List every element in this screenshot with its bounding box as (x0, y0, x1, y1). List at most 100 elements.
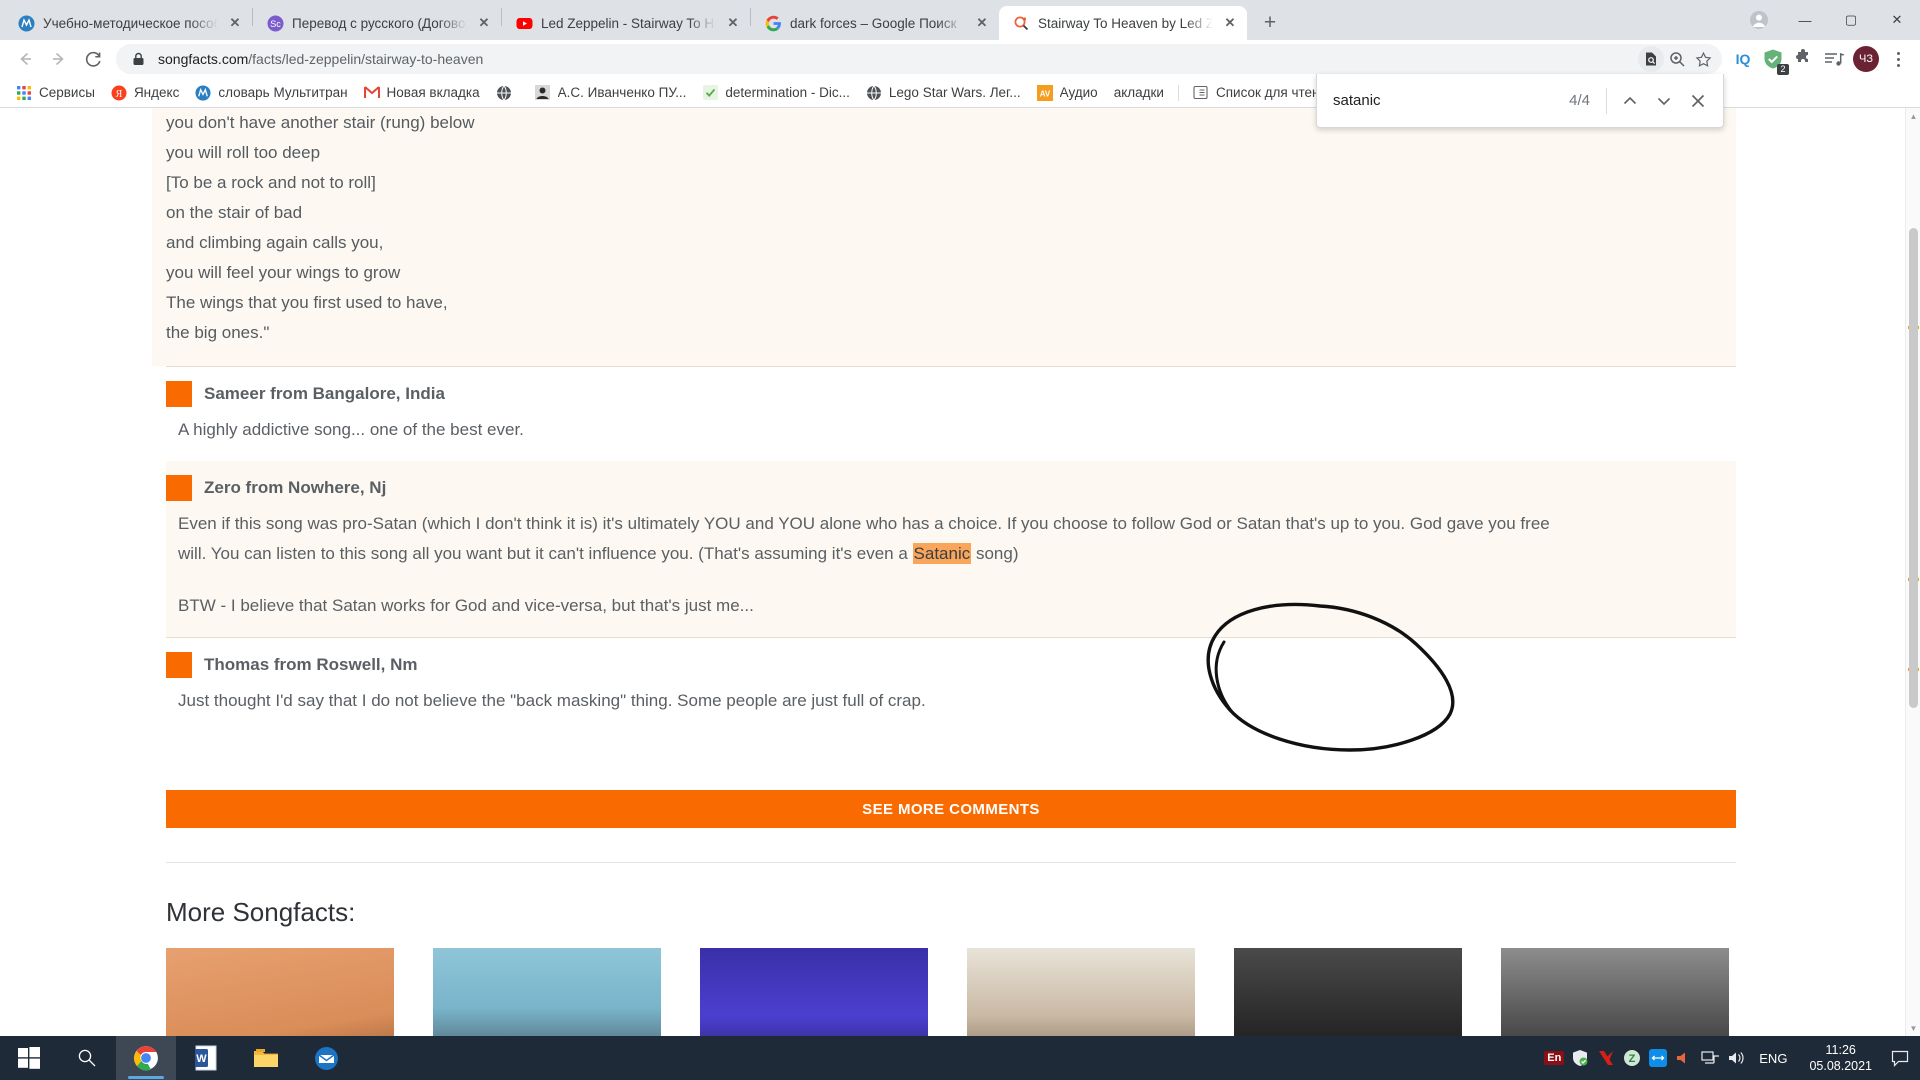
close-window-button[interactable]: ✕ (1874, 4, 1920, 36)
tab-title: Led Zeppelin - Stairway To Heave (541, 15, 716, 31)
thumbnail-5[interactable] (1234, 948, 1462, 1036)
comment-item: Zero from Nowhere, Nj Even if this song … (166, 461, 1736, 637)
maximize-button[interactable]: ▢ (1828, 4, 1874, 36)
bookmark-item-ivanchenko[interactable]: А.С. Иванченко ПУ... (527, 82, 695, 104)
address-bar[interactable]: songfacts.com/facts/led-zeppelin/stairwa… (116, 44, 1722, 74)
clock-date: 05.08.2021 (1809, 1059, 1872, 1073)
comment-paragraph: BTW - I believe that Satan works for God… (178, 596, 754, 615)
portrait-icon (535, 85, 551, 101)
lyric-line: the big ones." (166, 323, 270, 342)
thumbnail-4[interactable] (967, 948, 1195, 1036)
clock[interactable]: 11:26 05.08.2021 (1797, 1042, 1884, 1074)
chevron-up-icon[interactable] (1613, 84, 1647, 118)
comment-header: Zero from Nowhere, Nj (166, 461, 1736, 507)
search-icon[interactable] (58, 1036, 116, 1080)
thumbnail-1[interactable] (166, 948, 394, 1036)
speaker-orange-icon[interactable] (1671, 1036, 1697, 1080)
bookmark-item-audio[interactable]: AV Аудио (1029, 82, 1106, 104)
avatar[interactable]: ЧЗ (1853, 46, 1879, 72)
adguard-shield-icon[interactable]: 2 (1758, 44, 1789, 75)
apps-grid-icon (16, 85, 32, 101)
bookmark-item-globe[interactable] (488, 82, 527, 104)
music-playlist-icon[interactable] (1818, 44, 1848, 74)
close-icon[interactable] (1681, 84, 1715, 118)
thumbnail-3[interactable] (700, 948, 928, 1036)
reader-mode-icon[interactable] (1638, 46, 1664, 72)
bookmark-item-zakladki[interactable]: акладки (1106, 82, 1172, 103)
svg-text:IQ: IQ (1736, 51, 1751, 67)
minimize-button[interactable]: — (1782, 4, 1828, 36)
svg-text:Sc: Sc (270, 19, 281, 29)
windows-start-icon[interactable] (0, 1036, 58, 1080)
page-scrollbar[interactable]: ▲ ▼ (1905, 108, 1920, 1036)
forward-button[interactable] (42, 42, 76, 76)
scroll-down-icon[interactable]: ▼ (1906, 1020, 1920, 1036)
volume-icon[interactable] (1723, 1036, 1749, 1080)
windows-defender-icon[interactable] (1567, 1036, 1593, 1080)
close-icon[interactable]: ✕ (226, 14, 244, 32)
close-icon[interactable]: ✕ (973, 14, 991, 32)
file-explorer-icon[interactable] (236, 1036, 296, 1080)
language-indicator[interactable]: ENG (1749, 1051, 1797, 1066)
google-icon (765, 15, 782, 32)
close-icon[interactable]: ✕ (724, 14, 742, 32)
zoom-icon[interactable] (1664, 46, 1690, 72)
browser-tab-active[interactable]: Stairway To Heaven by Led Zeppe ✕ (999, 6, 1247, 40)
chrome-icon[interactable] (116, 1036, 176, 1080)
browser-tab[interactable]: dark forces – Google Поиск ✕ (751, 6, 999, 40)
reload-button[interactable] (76, 42, 110, 76)
kaspersky-icon[interactable] (1593, 1036, 1619, 1080)
bookmark-star-icon[interactable] (1690, 46, 1716, 72)
bookmark-label: Сервисы (39, 85, 95, 100)
browser-tab[interactable]: Led Zeppelin - Stairway To Heave ✕ (502, 6, 750, 40)
window-controls: — ▢ ✕ (1736, 0, 1920, 40)
puzzle-extensions-icon[interactable] (1788, 44, 1818, 74)
find-match-count: 4/4 (1569, 92, 1590, 109)
new-tab-button[interactable]: + (1255, 8, 1285, 38)
comment-item: Thomas from Roswell, Nm Just thought I'd… (166, 638, 1736, 732)
browser-tab[interactable]: Учебно-методическое пособие ✕ (4, 6, 252, 40)
find-input[interactable] (1333, 92, 1570, 109)
av-orange-icon: AV (1036, 84, 1053, 101)
multitran-icon (18, 15, 35, 32)
keyboard-layout-icon[interactable]: En (1541, 1036, 1567, 1080)
bookmark-item-services[interactable]: Сервисы (8, 82, 103, 104)
content-container: you don't have another stair (rung) belo… (152, 108, 1736, 1036)
scrollbar-thumb[interactable] (1909, 228, 1918, 708)
comment-text-before-hit: Even if this song was pro-Satan (which I… (178, 514, 1550, 563)
thumbnail-2[interactable] (433, 948, 661, 1036)
comment-author: Thomas from Roswell, Nm (204, 655, 418, 674)
close-icon[interactable]: ✕ (1221, 14, 1239, 32)
bookmark-item-multitran[interactable]: словарь Мультитран (187, 82, 355, 104)
scroll-up-icon[interactable]: ▲ (1906, 108, 1920, 124)
iq-option-icon[interactable]: IQ (1728, 44, 1758, 74)
mail-icon[interactable] (296, 1036, 356, 1080)
teamviewer-icon[interactable] (1645, 1036, 1671, 1080)
notifications-icon[interactable] (1884, 1036, 1916, 1080)
browser-menu-button[interactable] (1884, 44, 1912, 74)
bookmark-label: Яндекс (133, 85, 180, 100)
bookmark-item-yandex[interactable]: Я Яндекс (103, 82, 187, 104)
reading-list-icon (1193, 85, 1209, 101)
comment-header: Sameer from Bangalore, India (166, 367, 1736, 413)
bookmark-item-determination[interactable]: determination - Dic... (694, 82, 858, 104)
sc-icon: Sc (267, 15, 284, 32)
word-icon[interactable]: W (176, 1036, 236, 1080)
zoom-icon[interactable]: Z (1619, 1036, 1645, 1080)
lock-icon (130, 52, 146, 66)
bookmark-label: Новая вкладка (386, 85, 480, 100)
back-button[interactable] (8, 42, 42, 76)
see-more-comments-button[interactable]: SEE MORE COMMENTS (166, 790, 1736, 828)
chevron-down-icon[interactable] (1647, 84, 1681, 118)
network-icon[interactable] (1697, 1036, 1723, 1080)
svg-text:AV: AV (1039, 89, 1050, 98)
thumbnail-6[interactable] (1501, 948, 1729, 1036)
bookmark-item-newtab[interactable]: Новая вкладка (356, 82, 488, 104)
taskbar: W En Z ENG 11:26 05.08.2021 (0, 1036, 1920, 1080)
close-icon[interactable]: ✕ (475, 14, 493, 32)
section-divider (166, 862, 1736, 863)
profile-chip-icon[interactable] (1736, 4, 1782, 36)
yandex-icon: Я (111, 85, 127, 101)
bookmark-item-lego[interactable]: Lego Star Wars. Лег... (858, 82, 1029, 104)
browser-tab[interactable]: Sc Перевод с русского (Договоры ✕ (253, 6, 501, 40)
